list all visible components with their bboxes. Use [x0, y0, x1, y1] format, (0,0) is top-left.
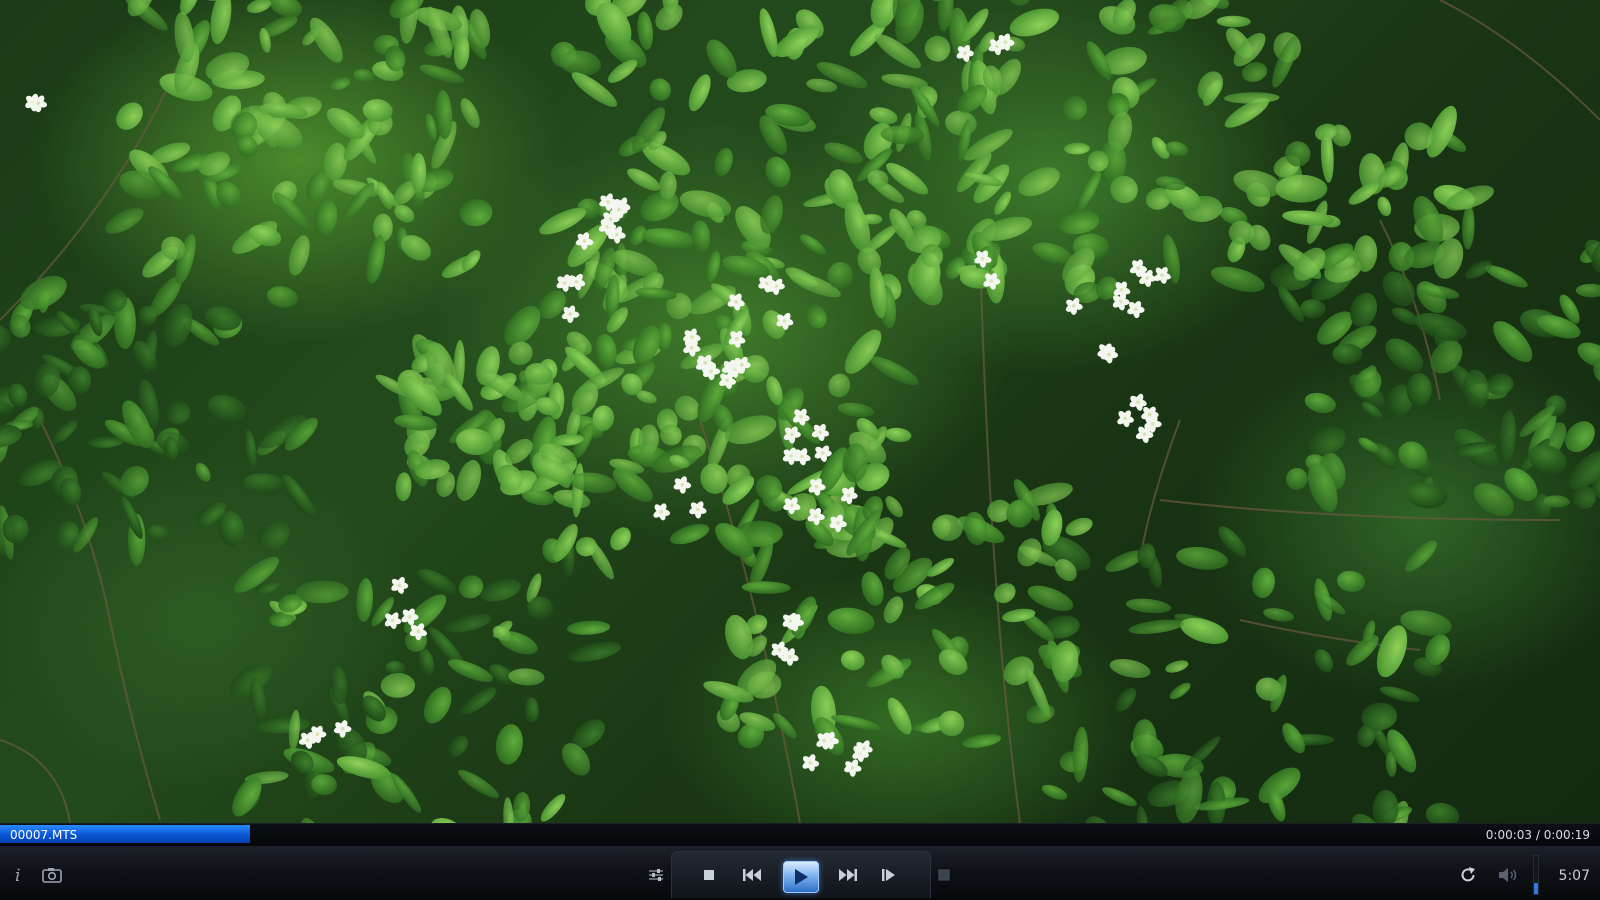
frame-step-icon — [882, 869, 895, 881]
video-frame[interactable] — [0, 0, 1600, 823]
frame-step-button[interactable] — [878, 866, 900, 884]
next-button[interactable] — [836, 866, 860, 884]
sliders-icon — [649, 869, 663, 881]
fullscreen-button[interactable] — [935, 866, 953, 884]
file-name-label: 00007.MTS — [10, 828, 78, 842]
clock-readout: 5:07 — [1558, 868, 1590, 884]
settings-button[interactable] — [644, 866, 668, 884]
seek-bar[interactable]: 00007.MTS 0:00:03 / 0:00:19 — [0, 823, 1600, 847]
skip-forward-icon — [839, 869, 857, 881]
volume-slider[interactable] — [1533, 855, 1539, 895]
time-readout: 0:00:03 / 0:00:19 — [1485, 828, 1590, 842]
info-button[interactable]: i — [10, 862, 28, 888]
square-icon — [938, 869, 950, 881]
volume-slider-fill — [1534, 882, 1538, 894]
skip-back-icon — [743, 869, 761, 881]
speaker-icon — [1499, 868, 1517, 882]
stop-icon — [704, 870, 714, 880]
play-icon — [795, 869, 808, 885]
play-button[interactable] — [783, 861, 819, 893]
stop-button[interactable] — [700, 866, 718, 884]
media-player: 00007.MTS 0:00:03 / 0:00:19 i 5:07 — [0, 0, 1600, 900]
previous-button[interactable] — [740, 866, 764, 884]
info-icon: i — [15, 866, 20, 885]
snapshot-button[interactable] — [40, 864, 64, 886]
repeat-icon — [1461, 867, 1475, 882]
video-foliage-scene — [0, 0, 1600, 823]
volume-button[interactable] — [1497, 864, 1521, 886]
svg-text:i: i — [15, 866, 20, 885]
camera-icon — [42, 868, 62, 883]
repeat-button[interactable] — [1457, 864, 1479, 886]
